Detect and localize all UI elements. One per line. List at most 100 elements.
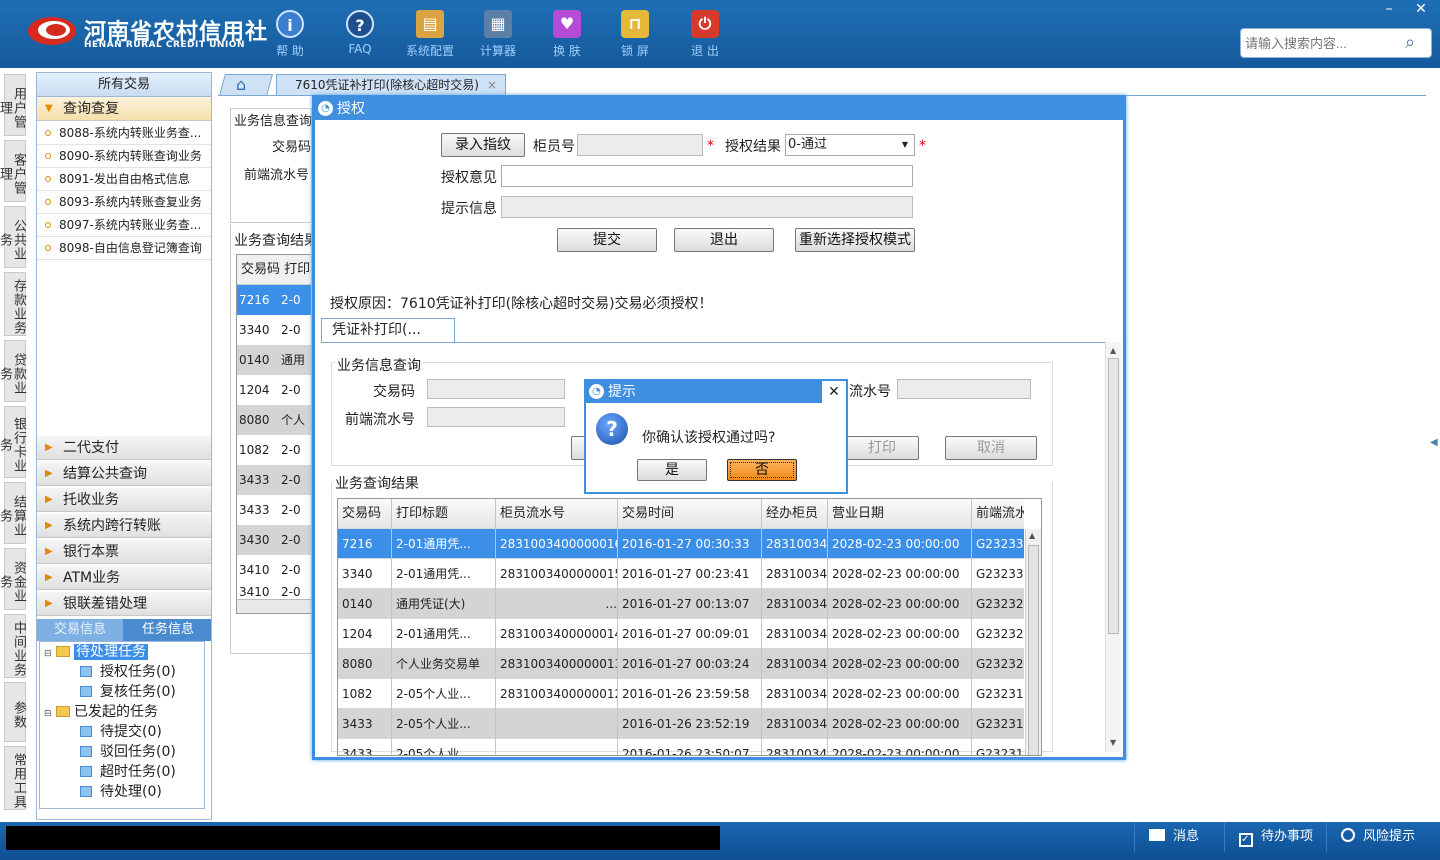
cell-print-title: 2-05个人业... <box>392 709 496 739</box>
tab-voucher-reprint[interactable]: 7610凭证补打印(除核心超时交易) × <box>276 74 506 96</box>
category-settlement-query[interactable]: ▶ 结算公共查询 <box>37 462 211 486</box>
opinion-field[interactable] <box>501 165 913 187</box>
category-collection[interactable]: ▶ 托收业务 <box>37 488 211 512</box>
tree-node-to-submit[interactable]: 待提交(0) <box>80 722 162 742</box>
vtab-user-management[interactable]: 用户管理 <box>0 74 26 136</box>
tab-inner-voucher[interactable]: 凭证补打印(... <box>321 318 455 342</box>
category-unionpay-error[interactable]: ▶ 银联差错处理 <box>37 592 211 616</box>
vtab-deposit[interactable]: 存款业务 <box>4 272 26 336</box>
fingerprint-button[interactable]: 录入指纹 <box>441 133 525 157</box>
vtab-public-business[interactable]: 公共业务 <box>0 206 26 268</box>
vtab-loan[interactable]: 贷款业务 <box>0 340 26 402</box>
menu-item[interactable]: 8098-自由信息登记簿查询 <box>37 237 211 260</box>
auth-dialog-title: ◔ 授权 <box>315 98 1123 120</box>
cell-code: 8080 <box>338 649 392 679</box>
table-row[interactable]: 7216 2-01通用凭... 2831003400000016 2016-01-27… <box>338 529 1024 559</box>
vtab-parameters[interactable]: 参数 <box>4 682 26 742</box>
inner-front-serial-field[interactable] <box>427 407 565 427</box>
skin-button[interactable]: ♥ 换 肤 <box>536 8 598 62</box>
category-interbank-transfer[interactable]: ▶ 系统内跨行转账 <box>37 514 211 538</box>
help-button[interactable]: i 帮 助 <box>259 8 321 62</box>
table-row[interactable]: 3340 2-01通用凭... 2831003400000015 2016-01-27… <box>338 559 1024 589</box>
tree-node-review-task[interactable]: 复核任务(0) <box>80 682 176 702</box>
col-header-time[interactable]: 交易时间 <box>618 499 762 529</box>
menu-item[interactable]: 8093-系统内转账查复业务 <box>37 191 211 214</box>
result-select[interactable]: 0-通过 ▼ <box>785 134 915 156</box>
vtab-intermediary[interactable]: 中间业务 <box>4 614 26 678</box>
vtab-common-tools[interactable]: 常用工具 <box>4 746 26 810</box>
category-query-reply[interactable]: ▼ 查询查复 <box>37 97 211 121</box>
table-row[interactable]: 3433 2-05个人业... 2016-01-26 23:50:07 2831003… <box>338 739 1024 755</box>
close-dialog-button[interactable]: ✕ <box>822 381 846 403</box>
cell-print-title: 2-01通用凭... <box>392 559 496 589</box>
menu-item[interactable]: 8088-系统内转账业务查... <box>37 122 211 145</box>
grid-vscrollbar[interactable]: ▲ <box>1025 529 1041 755</box>
menu-item[interactable]: 8097-系统内转账业务查... <box>37 214 211 237</box>
tree-node-pending[interactable]: ⊟ 待处理任务 <box>44 642 148 662</box>
col-header-print-title[interactable]: 打印标题 <box>392 499 496 529</box>
system-config-button[interactable]: ▤ 系统配置 <box>399 8 461 62</box>
category-atm[interactable]: ▶ ATM业务 <box>37 566 211 590</box>
table-row[interactable]: 1082 2-05个人业... 2831003400000012 2016-01-26… <box>338 679 1024 709</box>
inner-trans-code-field[interactable] <box>427 379 565 399</box>
home-icon[interactable]: ⌂ <box>236 75 246 94</box>
tree-node-auth-task[interactable]: 授权任务(0) <box>80 662 176 682</box>
no-button[interactable]: 否 <box>727 459 797 481</box>
tree-node-rejected[interactable]: 驳回任务(0) <box>80 742 176 762</box>
menu-item[interactable]: 8090-系统内转账查询业务 <box>37 145 211 168</box>
col-header-front-serial[interactable]: 前端流水 <box>972 499 1024 529</box>
table-row[interactable]: 8080 个人业务交易单 2831003400000013 2016-01-27 00… <box>338 649 1024 679</box>
tree-node-to-process[interactable]: 待处理(0) <box>80 782 162 802</box>
collapse-panel-icon[interactable]: ◀ <box>1430 428 1440 458</box>
category-bank-draft[interactable]: ▶ 银行本票 <box>37 540 211 564</box>
shirt-icon: ♥ <box>553 10 581 38</box>
result-label: 授权结果 <box>725 139 781 155</box>
col-header-teller-serial[interactable]: 柜员流水号 <box>496 499 618 529</box>
search-input[interactable] <box>1241 29 1401 57</box>
scroll-thumb[interactable] <box>1028 545 1039 755</box>
table-row[interactable]: 3433 2-05个人业... 2016-01-26 23:52:19 2831003… <box>338 709 1024 739</box>
close-tab-icon[interactable]: × <box>487 75 497 95</box>
cell-code: 3340 <box>338 559 392 589</box>
cell-code: 7216 <box>338 529 392 559</box>
category-gen2-payment[interactable]: ▶ 二代支付 <box>37 436 211 460</box>
col-header-business-date[interactable]: 营业日期 <box>828 499 972 529</box>
vtab-settlement[interactable]: 结算业务 <box>0 482 26 544</box>
scroll-up-icon[interactable]: ▲ <box>1029 531 1035 540</box>
teller-field[interactable] <box>577 134 703 156</box>
tab-transaction-info[interactable]: 交易信息 <box>37 619 123 641</box>
close-app-button[interactable]: ✕ <box>1406 0 1436 18</box>
lock-screen-button[interactable]: ⊓ 锁 屏 <box>604 8 666 62</box>
yes-button[interactable]: 是 <box>637 459 707 481</box>
scroll-up-icon[interactable]: ▲ <box>1110 346 1116 355</box>
messages-button[interactable]: 消息 <box>1134 822 1224 852</box>
table-row[interactable]: 1204 2-01通用凭... 2831003400000014 2016-01-27… <box>338 619 1024 649</box>
faq-button[interactable]: ? FAQ <box>329 8 391 62</box>
search-icon[interactable]: ⌕ <box>1405 32 1427 54</box>
tab-task-info[interactable]: 任务信息 <box>125 619 211 641</box>
vtab-funds[interactable]: 资金业务 <box>0 548 26 610</box>
exit-button[interactable]: ⏻ 退 出 <box>674 8 736 62</box>
exit-auth-button[interactable]: 退出 <box>674 228 774 252</box>
col-header-code[interactable]: 交易码 <box>338 499 392 529</box>
col-header-operator[interactable]: 经办柜员 <box>762 499 828 529</box>
table-row[interactable]: 0140 通用凭证(大)... 2016-01-27 00:13:07 2831003… <box>338 589 1024 619</box>
tree-node-timeout[interactable]: 超时任务(0) <box>80 762 176 782</box>
scroll-thumb[interactable] <box>1108 358 1119 634</box>
cancel-button[interactable]: 取消 <box>945 436 1037 460</box>
calculator-button[interactable]: ▦ 计算器 <box>467 8 529 62</box>
minimize-button[interactable]: – <box>1374 0 1404 18</box>
cell-teller-serial: 2831003400000015 <box>496 559 618 589</box>
dialog-vscrollbar[interactable]: ▲ ▼ <box>1105 342 1121 752</box>
submit-button[interactable]: 提交 <box>557 228 657 252</box>
inner-serial-field[interactable] <box>897 379 1031 399</box>
vtab-bank-card[interactable]: 银行卡业务 <box>0 406 26 478</box>
scroll-down-icon[interactable]: ▼ <box>1110 738 1116 747</box>
risk-button[interactable]: 风险提示 <box>1326 822 1440 852</box>
print-button[interactable]: 打印 <box>845 436 919 460</box>
tree-node-initiated[interactable]: ⊟ 已发起的任务 <box>44 702 158 722</box>
todo-button[interactable]: ✓ 待办事项 <box>1224 822 1324 852</box>
menu-item[interactable]: 8091-发出自由格式信息 <box>37 168 211 191</box>
vtab-customer-management[interactable]: 客户管理 <box>0 140 26 202</box>
reselect-mode-button[interactable]: 重新选择授权模式 <box>795 228 915 252</box>
